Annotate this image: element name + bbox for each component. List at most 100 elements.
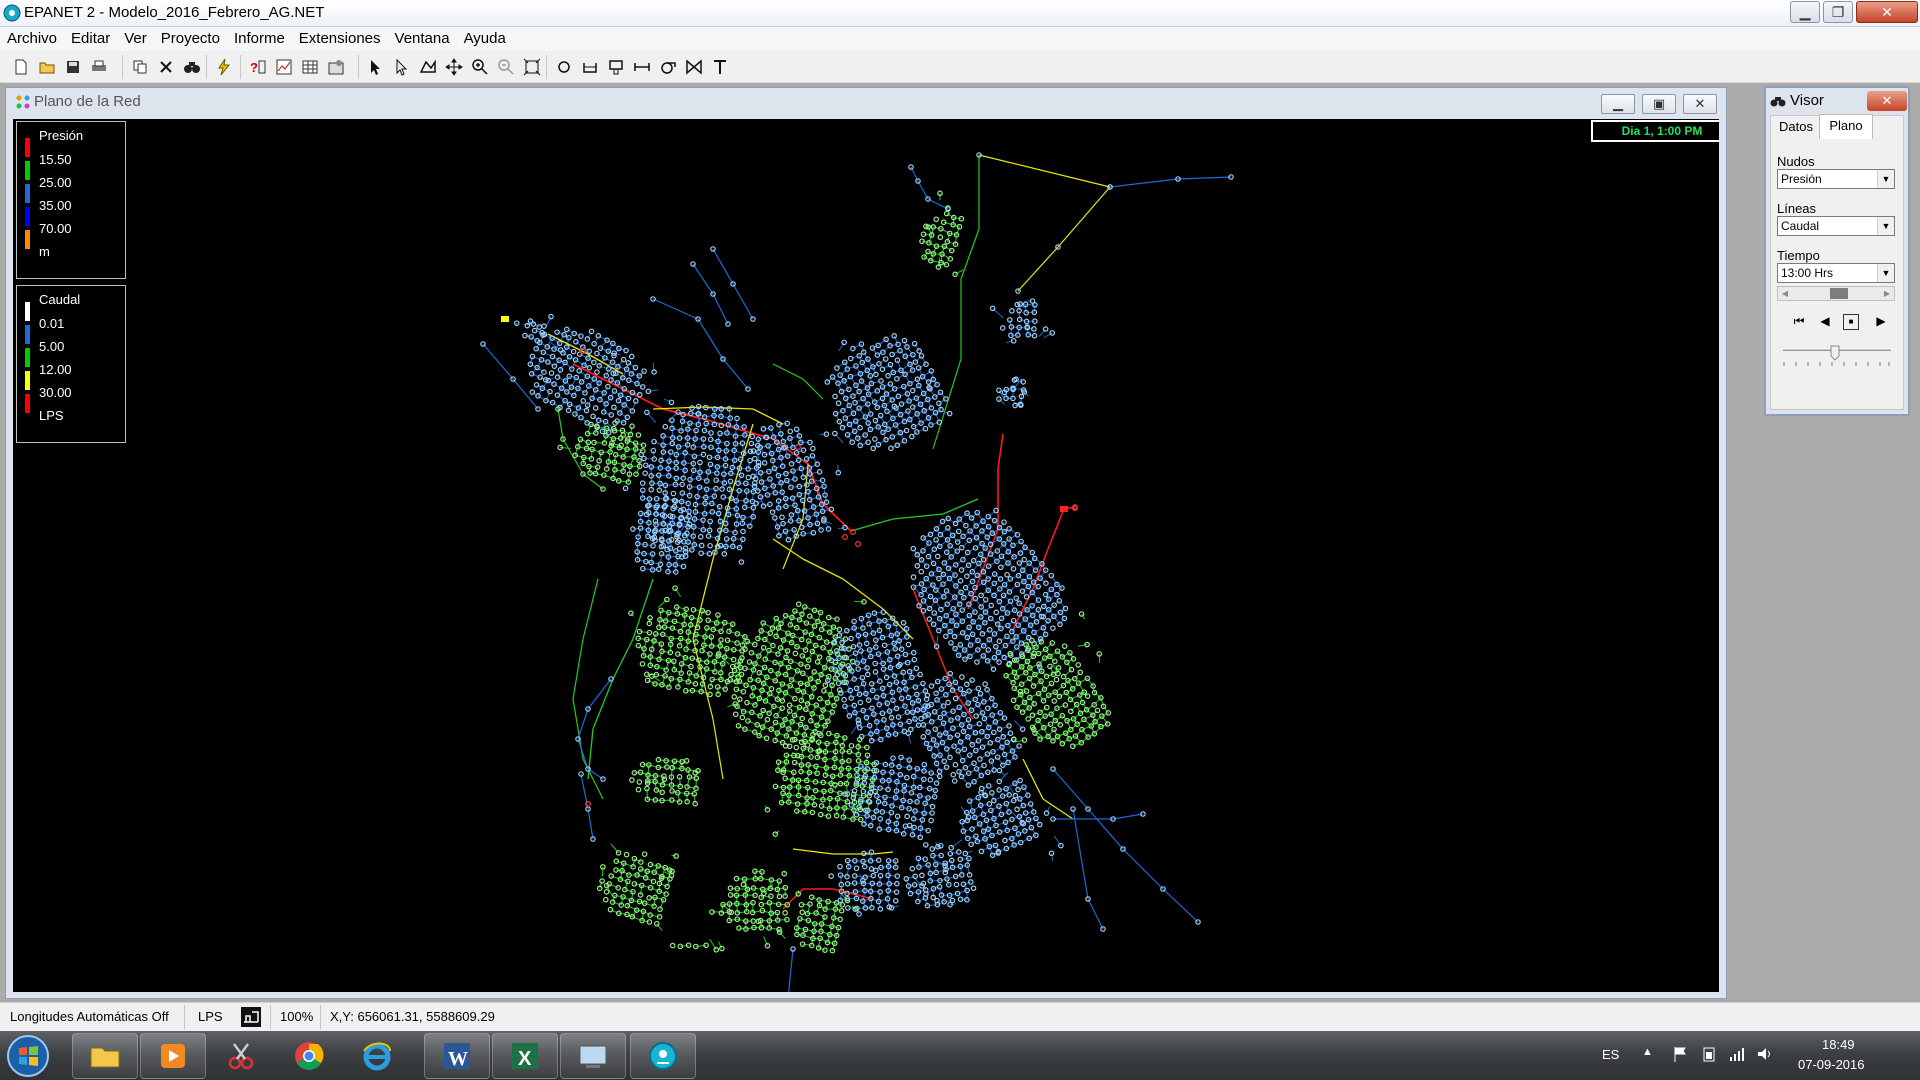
pipe-link[interactable] — [858, 746, 867, 748]
pipe-link[interactable] — [674, 760, 683, 763]
pipe-link[interactable] — [811, 938, 814, 946]
junction-node[interactable] — [1062, 605, 1069, 612]
pipe-link[interactable] — [962, 754, 971, 761]
pipe-link[interactable] — [679, 638, 682, 646]
pipe-link[interactable] — [732, 467, 740, 469]
pipe-link[interactable] — [955, 874, 962, 877]
pipe-link[interactable] — [687, 503, 690, 512]
pipe-link[interactable] — [915, 355, 922, 363]
pipe-link[interactable] — [853, 705, 856, 713]
pipe-link[interactable] — [842, 760, 849, 763]
pipe-link[interactable] — [1033, 304, 1036, 313]
pipe-link[interactable] — [659, 460, 662, 468]
pipe-link[interactable] — [659, 619, 666, 622]
pipe-link[interactable] — [930, 528, 937, 535]
pipe-link[interactable] — [753, 663, 756, 670]
pipe-link[interactable] — [581, 375, 588, 383]
junction-node[interactable] — [872, 436, 878, 442]
pipe-link[interactable] — [1034, 558, 1043, 565]
pipe-link[interactable] — [844, 704, 855, 707]
pipe-link[interactable] — [1072, 682, 1079, 690]
pipe-link[interactable] — [960, 857, 969, 860]
junction-node[interactable] — [620, 356, 627, 363]
pipe-link[interactable] — [903, 800, 911, 802]
pipe-link[interactable] — [1018, 310, 1021, 320]
pipe-link[interactable] — [982, 520, 989, 528]
pipe-link[interactable] — [1044, 683, 1052, 690]
pipe-link[interactable] — [882, 688, 884, 696]
junction-node[interactable] — [988, 602, 995, 609]
pipe-link[interactable] — [850, 518, 894, 532]
pipe-link[interactable] — [647, 870, 655, 873]
pipe-link[interactable] — [888, 874, 898, 877]
pipe-link[interactable] — [571, 386, 579, 389]
pipe-link[interactable] — [972, 804, 982, 812]
pipe-link[interactable] — [1014, 666, 1023, 673]
menu-ver[interactable]: Ver — [117, 27, 154, 50]
junction-node[interactable] — [834, 365, 840, 371]
pipe-link[interactable] — [1033, 632, 1041, 640]
pipe-link[interactable] — [1037, 720, 1045, 728]
junction-node[interactable] — [1075, 662, 1082, 668]
pipe-link[interactable] — [1017, 618, 1026, 626]
pipe-link[interactable] — [1025, 304, 1027, 313]
pipe-link[interactable] — [1007, 756, 1016, 763]
junction-node[interactable] — [779, 514, 785, 521]
pipe-link[interactable] — [733, 538, 743, 540]
pipe-link[interactable] — [1047, 729, 1055, 737]
pipe-link[interactable] — [872, 851, 894, 855]
pipe-link[interactable] — [564, 362, 573, 370]
pipe-link[interactable] — [723, 472, 731, 475]
pipe-link[interactable] — [804, 811, 813, 813]
pipe-link[interactable] — [1004, 578, 1011, 586]
pipe-link[interactable] — [873, 712, 883, 715]
junction-node[interactable] — [1053, 676, 1060, 683]
pipe-link[interactable] — [667, 468, 670, 476]
zoom-out-icon[interactable] — [494, 55, 518, 79]
junction-node[interactable] — [873, 371, 879, 378]
pipe-link[interactable] — [741, 517, 744, 524]
pipe-link[interactable] — [967, 719, 971, 727]
pipe-link[interactable] — [683, 462, 686, 471]
find-icon[interactable] — [180, 55, 204, 79]
pipe-link[interactable] — [936, 521, 944, 530]
pipe-link[interactable] — [668, 467, 677, 470]
pipe-link[interactable] — [692, 456, 695, 464]
junction-node[interactable] — [1104, 721, 1111, 727]
pipe-link[interactable] — [733, 443, 737, 451]
pipe-link[interactable] — [810, 713, 813, 721]
pipe-link[interactable] — [993, 588, 1001, 596]
pipe-link[interactable] — [1024, 618, 1031, 626]
copy-icon[interactable] — [128, 55, 152, 79]
pipe-link[interactable] — [734, 458, 741, 461]
pipe-link[interactable] — [760, 871, 763, 879]
pipe-link[interactable] — [655, 633, 663, 635]
pipe-link[interactable] — [623, 464, 631, 467]
junction-node[interactable] — [732, 711, 739, 718]
pipe-link[interactable] — [974, 598, 982, 608]
network-close-button[interactable]: ✕ — [1683, 94, 1717, 114]
pipe-link[interactable] — [944, 625, 951, 632]
pipe-link[interactable] — [940, 254, 943, 263]
pipe-link[interactable] — [961, 615, 970, 622]
pipe-link[interactable] — [973, 553, 982, 561]
add-pipe-icon[interactable] — [630, 55, 654, 79]
junction-node[interactable] — [959, 674, 965, 680]
pipe-link[interactable] — [869, 375, 872, 384]
pipe-link[interactable] — [1039, 569, 1047, 579]
pipe-link[interactable] — [859, 373, 863, 382]
pipe-link[interactable] — [588, 466, 598, 468]
pipe-link[interactable] — [815, 766, 818, 774]
pipe-link[interactable] — [955, 613, 963, 622]
pipe-link[interactable] — [809, 615, 819, 622]
pipe-link[interactable] — [887, 875, 890, 884]
pipe-link[interactable] — [824, 767, 827, 776]
pipe-link[interactable] — [925, 578, 934, 586]
pipe-link[interactable] — [1070, 704, 1078, 712]
pipe-link[interactable] — [777, 762, 780, 771]
pipe-link[interactable] — [802, 558, 844, 580]
pipe-link[interactable] — [878, 875, 882, 885]
pipe-link[interactable] — [815, 781, 824, 783]
pipe-link[interactable] — [829, 934, 837, 937]
add-reservoir-icon[interactable] — [578, 55, 602, 79]
